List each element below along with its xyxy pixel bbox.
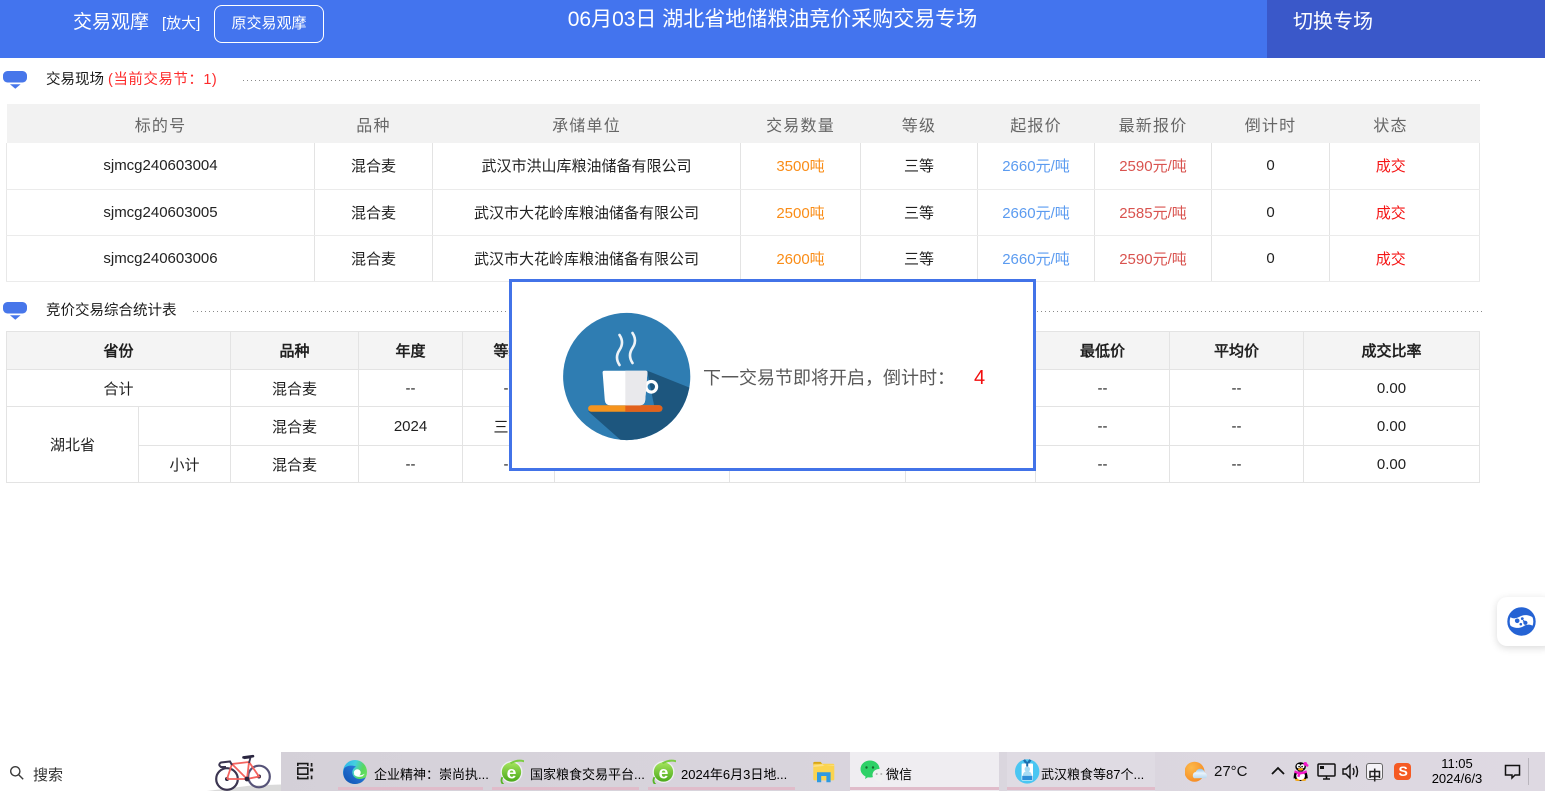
svg-text:e: e [507, 763, 517, 783]
svg-text:e: e [659, 763, 669, 783]
